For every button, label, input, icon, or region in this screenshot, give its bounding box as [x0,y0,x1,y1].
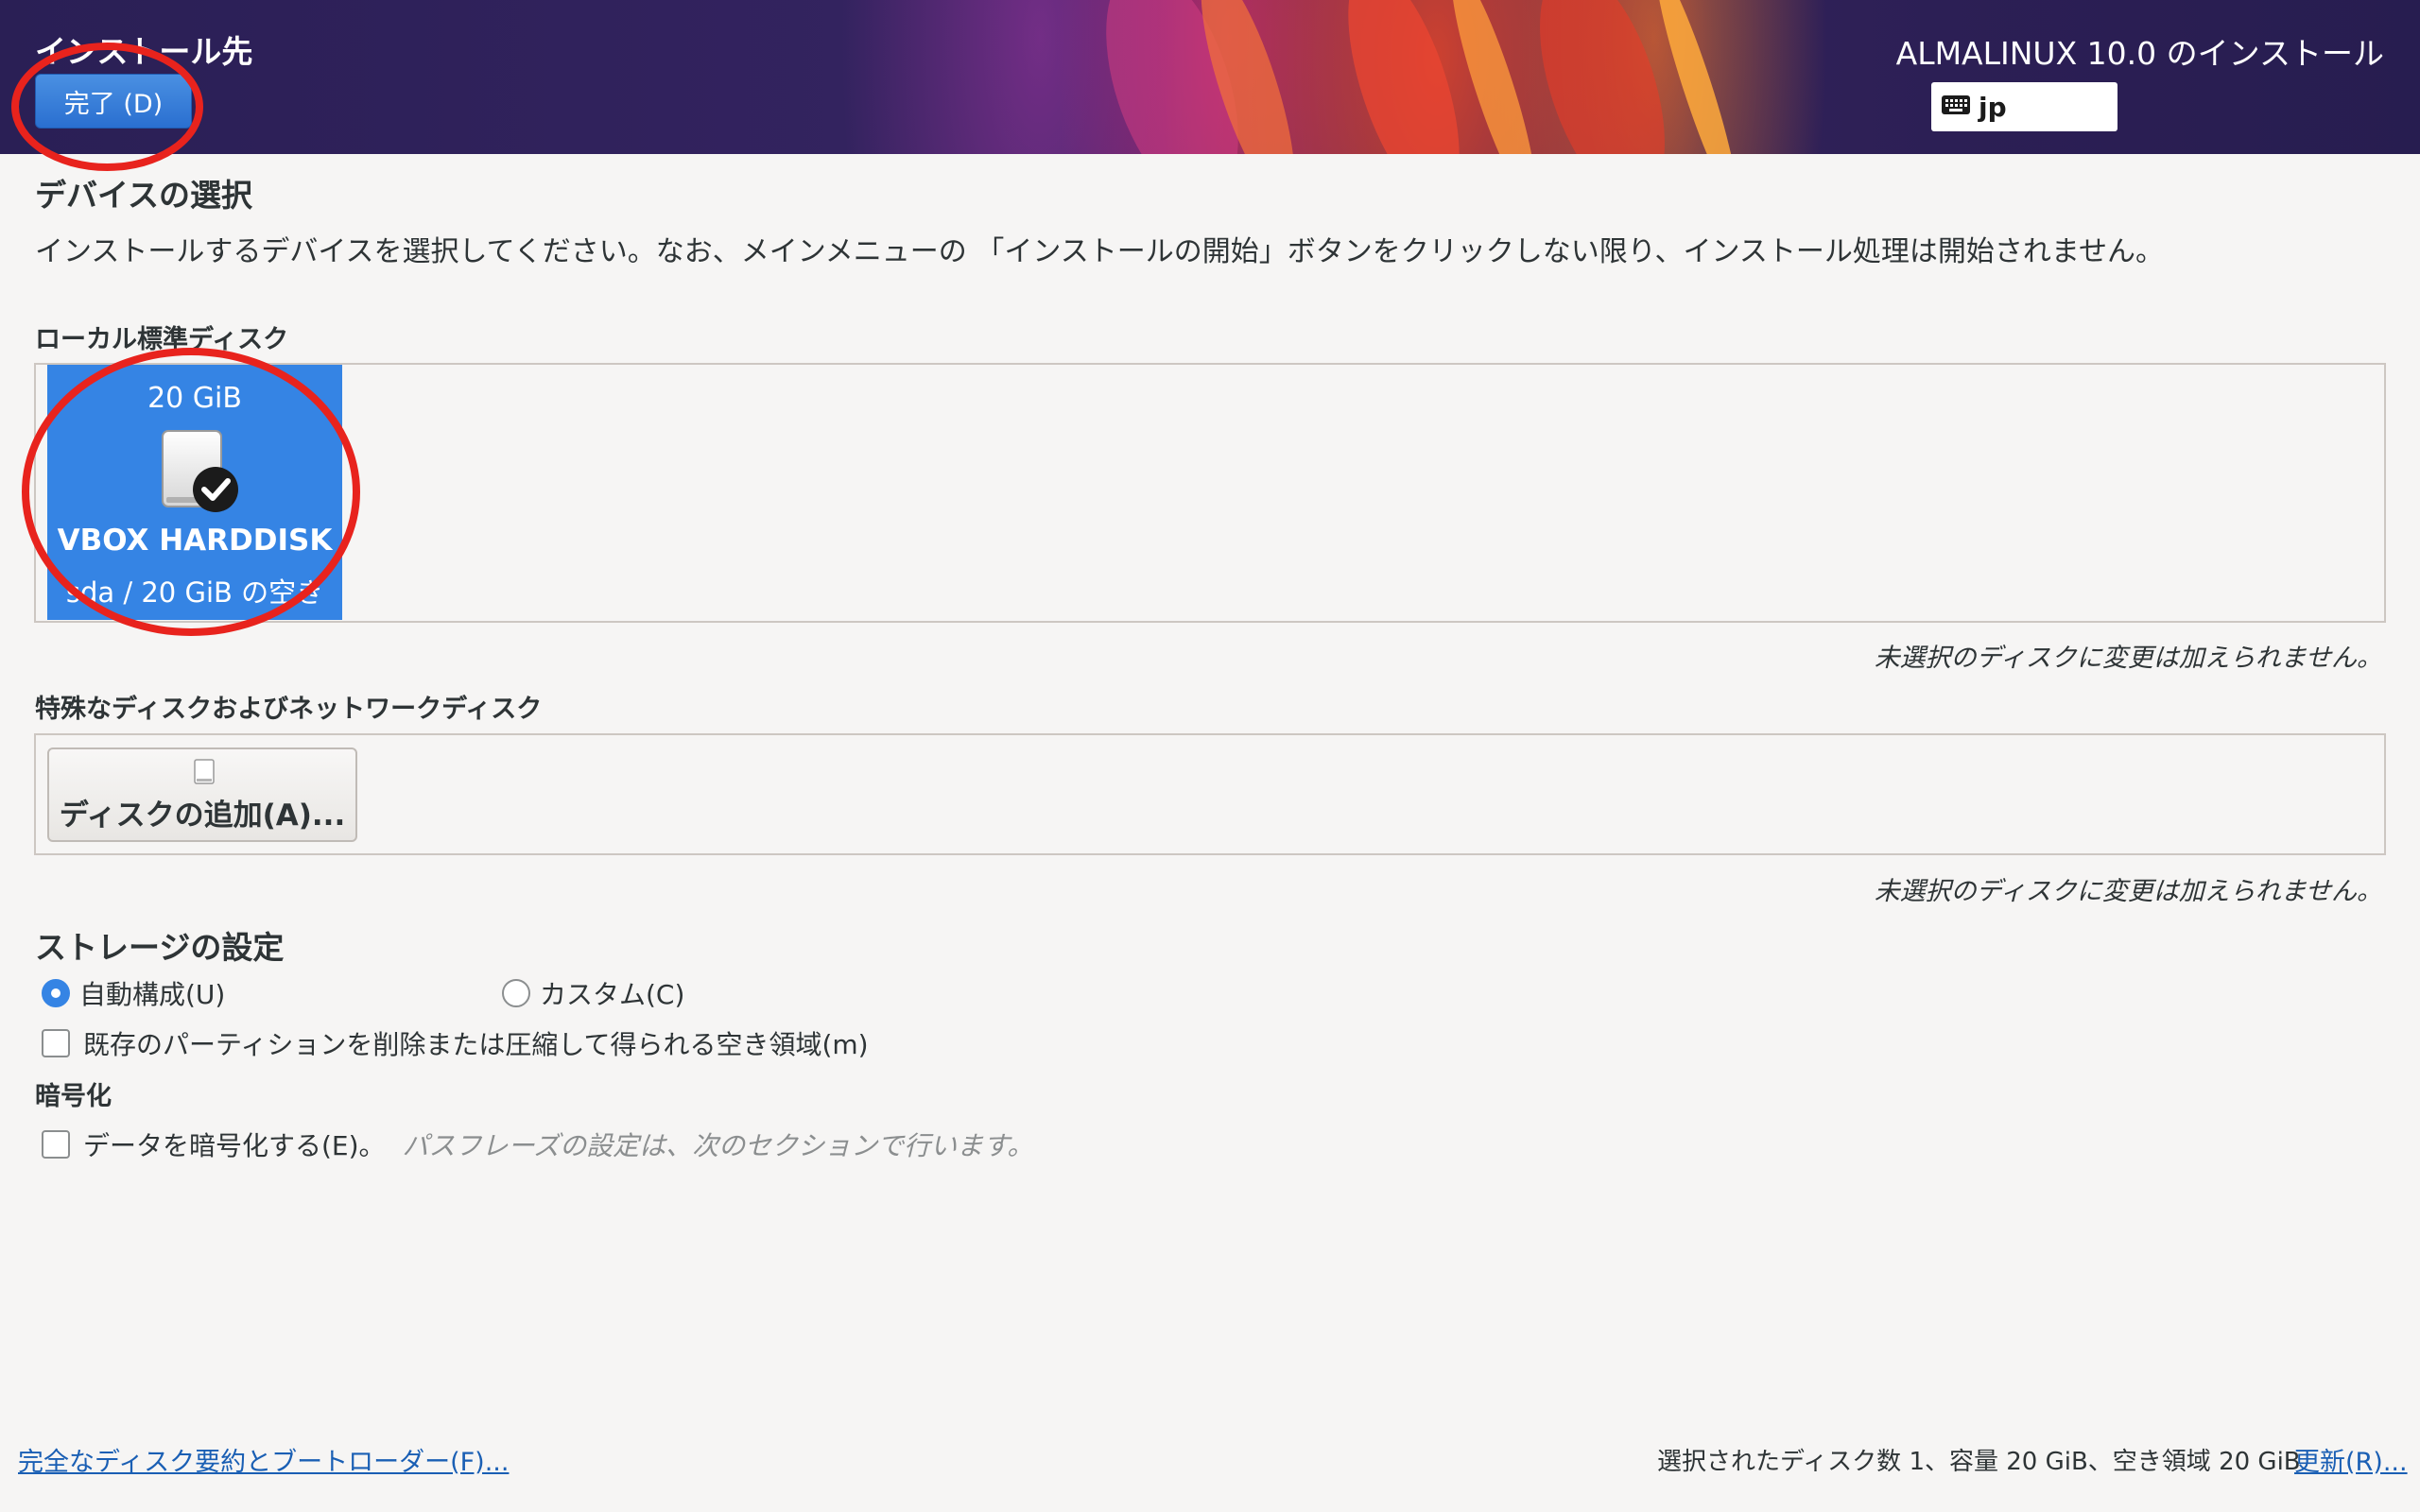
custom-config-radio[interactable] [502,979,530,1007]
device-selection-description: インストールするデバイスを選択してください。なお、メインメニューの 「インストー… [35,235,2165,268]
local-disks-heading: ローカル標準ディスク [35,325,289,354]
local-disks-note: 未選択のディスクに変更は加えられません。 [1874,644,2382,673]
keyboard-layout-label: jp [1979,91,2007,123]
keyboard-icon [1941,92,1979,123]
auto-config-radio[interactable] [42,979,70,1007]
refresh-link[interactable]: 更新(R)... [2294,1441,2408,1478]
keyboard-layout-indicator[interactable]: jp [1931,82,2118,131]
add-disk-label: ディスクの追加(A)... [59,799,346,833]
header-bar: インストール先 完了 (D) ALMALINUX 10.0 のインストール jp [0,0,2420,154]
disk-selection-status: 選択されたディスク数 1、容量 20 GiB、空き領域 20 GiB [1657,1448,2301,1476]
encrypt-data-label: データを暗号化する(E)。 [83,1130,386,1161]
encrypt-data-option[interactable]: データを暗号化する(E)。 パスフレーズの設定は、次のセクションで行います。 [42,1125,1033,1163]
custom-config-label: カスタム(C) [540,979,685,1010]
special-disks-note: 未選択のディスクに変更は加えられません。 [1874,877,2382,906]
product-title: ALMALINUX 10.0 のインストール [1895,35,2384,72]
disk-name: VBOX HARDDISK [57,524,333,558]
disk-size: 20 GiB [147,382,242,415]
special-disks-heading: 特殊なディスクおよびネットワークディスク [35,695,543,724]
done-button[interactable]: 完了 (D) [35,74,192,129]
reclaim-space-option[interactable]: 既存のパーティションを削除または圧縮して得られる空き領域(m) [42,1024,869,1062]
custom-config-radio-option[interactable]: カスタム(C) [502,974,684,1012]
harddisk-icon [193,759,217,789]
special-disks-panel [34,733,2386,855]
encryption-hint: パスフレーズの設定は、次のセクションで行います。 [402,1130,1034,1161]
encryption-heading: 暗号化 [35,1082,112,1111]
local-disks-panel [34,363,2386,623]
disk-tile-vbox-harddisk[interactable]: 20 GiB VBOX HARDDISK sda / 20 GiB の空き [47,365,342,620]
harddisk-selected-icon [159,429,244,518]
page-title: インストール先 [35,33,253,70]
reclaim-space-label: 既存のパーティションを削除または圧縮して得られる空き領域(m) [83,1029,869,1060]
device-selection-heading: デバイスの選択 [35,177,253,214]
storage-config-heading: ストレージの設定 [35,929,285,966]
encrypt-data-checkbox[interactable] [42,1130,70,1159]
auto-config-label: 自動構成(U) [79,979,226,1010]
reclaim-space-checkbox[interactable] [42,1029,70,1057]
auto-config-radio-option[interactable]: 自動構成(U) [42,974,225,1012]
disk-info: sda / 20 GiB の空き [65,576,324,609]
add-disk-button[interactable]: ディスクの追加(A)... [47,747,357,842]
disk-summary-link[interactable]: 完全なディスク要約とブートローダー(F)... [18,1441,509,1478]
